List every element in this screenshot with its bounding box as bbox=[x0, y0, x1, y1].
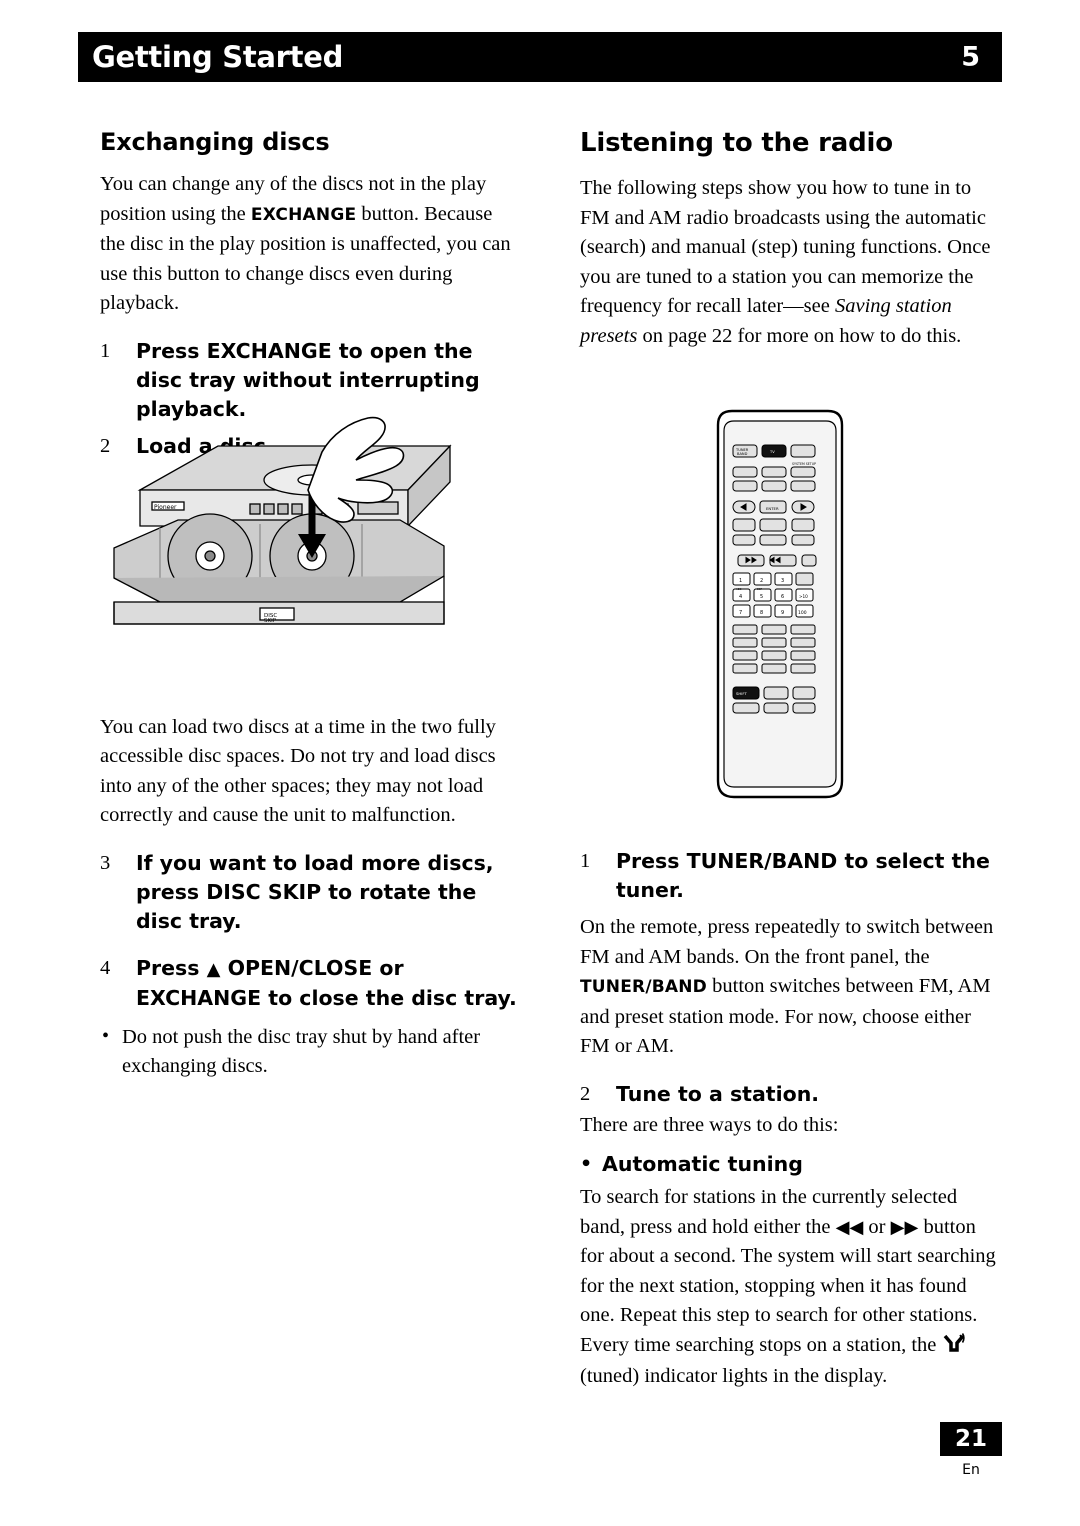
bullet-dot-icon-2: • bbox=[580, 1153, 593, 1175]
bullet-dot-icon: • bbox=[102, 1024, 110, 1047]
remote-key-1: 1 bbox=[739, 578, 742, 584]
remote-band-label: BAND bbox=[737, 452, 748, 456]
language-code: En bbox=[962, 1462, 980, 1478]
exchanging-discs-note: • Do not push the disc tray shut by hand… bbox=[100, 1023, 520, 1082]
radio-step-1-number: 1 bbox=[580, 850, 591, 872]
page-title: Getting Started bbox=[92, 40, 344, 74]
radio-step-1-body-a: On the remote, press repeatedly to switc… bbox=[580, 916, 994, 968]
chapter-number: 5 bbox=[961, 41, 980, 73]
remote-key-8: 8 bbox=[760, 610, 763, 616]
remote-key-100: 100 bbox=[798, 610, 807, 616]
remote-key-2: 2 bbox=[760, 578, 763, 584]
disc-skip-label-2: SKIP bbox=[264, 618, 277, 624]
step-4-number: 4 bbox=[100, 956, 111, 979]
exchanging-discs-heading: Exchanging discs bbox=[100, 128, 330, 156]
radio-step-2-text: Tune to a station. bbox=[616, 1081, 820, 1106]
radio-step-2-body: There are three ways to do this: bbox=[580, 1113, 839, 1136]
step-3-number: 3 bbox=[100, 851, 111, 874]
rewind-icon: ◀◀ bbox=[835, 1216, 864, 1238]
radio-step-2-number: 2 bbox=[580, 1082, 591, 1105]
remote-key-3: 3 bbox=[781, 578, 784, 584]
step-4-text-before: Press bbox=[136, 955, 207, 980]
remote-tv-label: TV bbox=[769, 450, 775, 454]
radio-step-1-body: On the remote, press repeatedly to switc… bbox=[580, 913, 1000, 1062]
exchange-button-name: EXCHANGE bbox=[250, 204, 357, 225]
remote-key-4: 4 bbox=[739, 594, 742, 600]
radio-step-1: 1 Press TUNER/BAND to select the tuner. bbox=[580, 847, 1000, 905]
eject-icon: ▲ bbox=[206, 958, 221, 980]
radio-intro-paragraph: The following steps show you how to tune… bbox=[580, 174, 1000, 351]
remote-control-illustration: TUNER BAND TV SYSTEM SETUP ENTER 1 2 3 4… bbox=[700, 405, 860, 820]
tuner-band-button-name: TUNER/BAND bbox=[580, 977, 707, 997]
remote-key-over10: >10 bbox=[799, 594, 808, 599]
auto-tuning-mid: or bbox=[863, 1215, 891, 1238]
remote-key-9: 9 bbox=[781, 610, 784, 616]
remote-key-6: 6 bbox=[781, 594, 784, 600]
radio-step-1-text: Press TUNER/BAND to select the tuner. bbox=[616, 849, 990, 902]
step-3-text: If you want to load more discs, press DI… bbox=[136, 850, 494, 933]
step-4: 4 Press ▲ OPEN/CLOSE or EXCHANGE to clos… bbox=[100, 954, 520, 1013]
auto-tuning-part-c: (tuned) indicator lights in the display. bbox=[580, 1365, 888, 1387]
radio-intro-part-b: on page 22 for more on how to do this. bbox=[637, 324, 962, 347]
exchanging-discs-intro: You can change any of the discs not in t… bbox=[100, 170, 520, 319]
load-discs-caption: You can load two discs at a time in the … bbox=[100, 715, 496, 827]
remote-key-5: 5 bbox=[760, 594, 763, 600]
cd-player-illustration: Pioneer DISC SKIP bbox=[100, 416, 520, 646]
step-1-number: 1 bbox=[100, 339, 111, 362]
tuned-indicator-icon bbox=[942, 1332, 966, 1363]
automatic-tuning-body: To search for stations in the currently … bbox=[580, 1183, 1000, 1392]
page-number-box: 21 bbox=[940, 1422, 1002, 1456]
step-3: 3 If you want to load more discs, press … bbox=[100, 849, 520, 936]
remote-key-4-sub: ABC bbox=[736, 587, 742, 591]
player-brand-label: Pioneer bbox=[154, 504, 177, 511]
automatic-tuning-label: Automatic tuning bbox=[602, 1152, 803, 1176]
remote-key-7: 7 bbox=[739, 610, 742, 616]
remote-system-setup-label: SYSTEM SETUP bbox=[792, 462, 816, 466]
fast-forward-icon: ▶▶ bbox=[890, 1216, 919, 1238]
page-header-bar: Getting Started 5 bbox=[78, 32, 1002, 82]
automatic-tuning-bullet: • Automatic tuning bbox=[580, 1150, 1000, 1179]
remote-enter-label: ENTER bbox=[766, 506, 779, 511]
remote-key-5-sub: DEF bbox=[757, 587, 763, 591]
step-1: 1 Press EXCHANGE to open the disc tray w… bbox=[100, 337, 520, 424]
listening-to-radio-heading: Listening to the radio bbox=[580, 128, 893, 158]
remote-shift-label: SHIFT bbox=[736, 691, 748, 696]
step-1-text: Press EXCHANGE to open the disc tray wit… bbox=[136, 338, 480, 421]
radio-step-2: 2 Tune to a station. bbox=[580, 1080, 1000, 1109]
exchanging-discs-note-text: Do not push the disc tray shut by hand a… bbox=[122, 1025, 481, 1078]
